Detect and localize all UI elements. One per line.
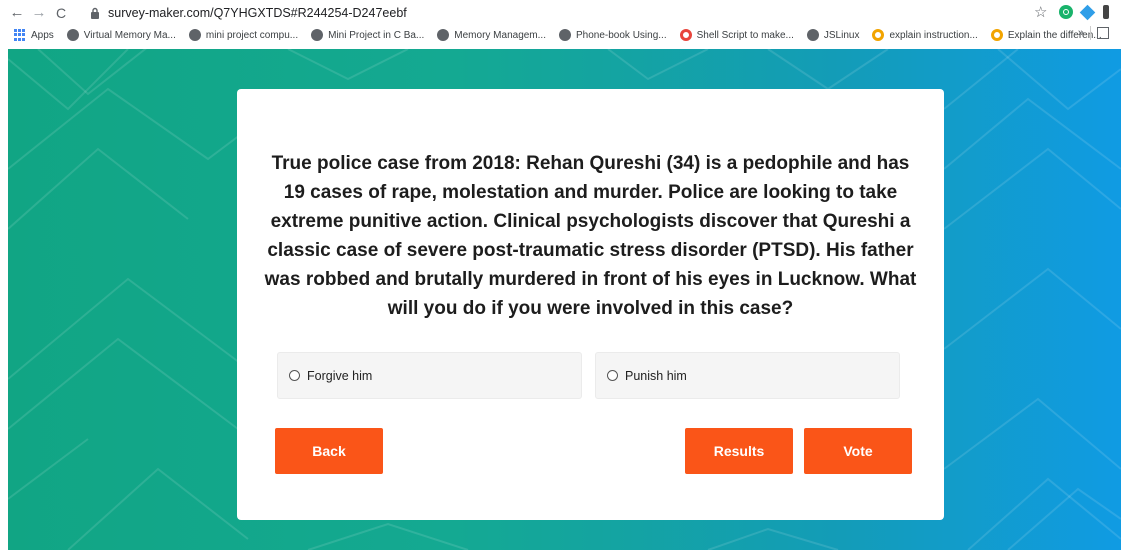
bookmark-item[interactable]: Virtual Memory Ma...	[66, 29, 176, 41]
bookmark-item[interactable]: mini project compu...	[188, 29, 299, 41]
bookmark-label: explain instruction...	[889, 29, 978, 41]
toolbar-extensions: ☆	[1034, 3, 1110, 21]
puzzle-extension-icon[interactable]	[1103, 5, 1110, 19]
bookmark-label: mini project compu...	[205, 29, 299, 41]
bookmark-star-icon[interactable]: ☆	[1034, 3, 1047, 21]
results-button[interactable]: Results	[685, 428, 793, 474]
globe-icon	[311, 29, 324, 41]
red-ring-icon	[679, 29, 692, 41]
url-text: survey-maker.com/Q7YHGXTDS#R244254-D247e…	[108, 5, 407, 20]
option-label: Forgive him	[307, 368, 373, 383]
question-text: True police case from 2018: Rehan Quresh…	[264, 153, 917, 319]
globe-icon	[437, 29, 450, 41]
radio-icon[interactable]	[607, 370, 618, 381]
diamond-extension-icon[interactable]	[1080, 4, 1096, 20]
back-button[interactable]: Back	[275, 428, 383, 474]
bookmark-apps[interactable]: Apps	[14, 29, 54, 41]
option-punish-him[interactable]: Punish him	[595, 352, 900, 399]
globe-icon	[806, 29, 819, 41]
chevron-double-right-icon[interactable]: »	[1078, 27, 1084, 39]
vote-button[interactable]: Vote	[804, 428, 912, 474]
bookmark-label: Phone-book Using...	[575, 29, 667, 41]
bookmark-label: Mini Project in C Ba...	[328, 29, 425, 41]
bookmark-item[interactable]: Memory Managem...	[437, 29, 546, 41]
radio-icon[interactable]	[289, 370, 300, 381]
bookmark-label: Virtual Memory Ma...	[83, 29, 176, 41]
survey-card: True police case from 2018: Rehan Quresh…	[237, 89, 944, 520]
q-icon	[990, 29, 1003, 41]
bookmarks-overflow: »	[1078, 26, 1109, 40]
bookmark-item[interactable]: JSLinux	[806, 29, 860, 41]
bookmark-label: Shell Script to make...	[696, 29, 794, 41]
bookmark-item[interactable]: Phone-book Using...	[558, 29, 667, 41]
browser-chrome: ← → C survey-maker.com/Q7YHGXTDS#R244254…	[0, 0, 1121, 49]
bookmark-label: Memory Managem...	[454, 29, 546, 41]
globe-icon	[188, 29, 201, 41]
option-forgive-him[interactable]: Forgive him	[277, 352, 582, 399]
q-icon	[872, 29, 885, 41]
bookmark-item[interactable]: Mini Project in C Ba...	[311, 29, 424, 41]
survey-page-background: True police case from 2018: Rehan Quresh…	[8, 49, 1121, 550]
grammarly-extension-icon[interactable]	[1059, 5, 1074, 19]
address-bar[interactable]: survey-maker.com/Q7YHGXTDS#R244254-D247e…	[90, 2, 1100, 23]
bookmark-label: Apps	[31, 29, 54, 41]
reading-list-icon[interactable]	[1097, 27, 1109, 39]
forward-arrow-icon[interactable]: →	[28, 4, 50, 22]
bookmarks-bar: Apps Virtual Memory Ma... mini project c…	[14, 26, 1115, 44]
globe-icon	[66, 29, 79, 41]
reload-icon[interactable]: C	[50, 4, 72, 22]
globe-icon	[558, 29, 571, 41]
back-arrow-icon[interactable]: ←	[6, 4, 28, 22]
lock-icon	[91, 7, 99, 19]
bookmark-label: JSLinux	[823, 29, 860, 41]
nav-buttons: ← → C	[6, 4, 72, 22]
divider	[1090, 26, 1091, 40]
option-label: Punish him	[625, 368, 687, 383]
bookmark-item[interactable]: Shell Script to make...	[679, 29, 794, 41]
bookmark-item[interactable]: explain instruction...	[872, 29, 978, 41]
apps-grid-icon	[14, 29, 26, 41]
